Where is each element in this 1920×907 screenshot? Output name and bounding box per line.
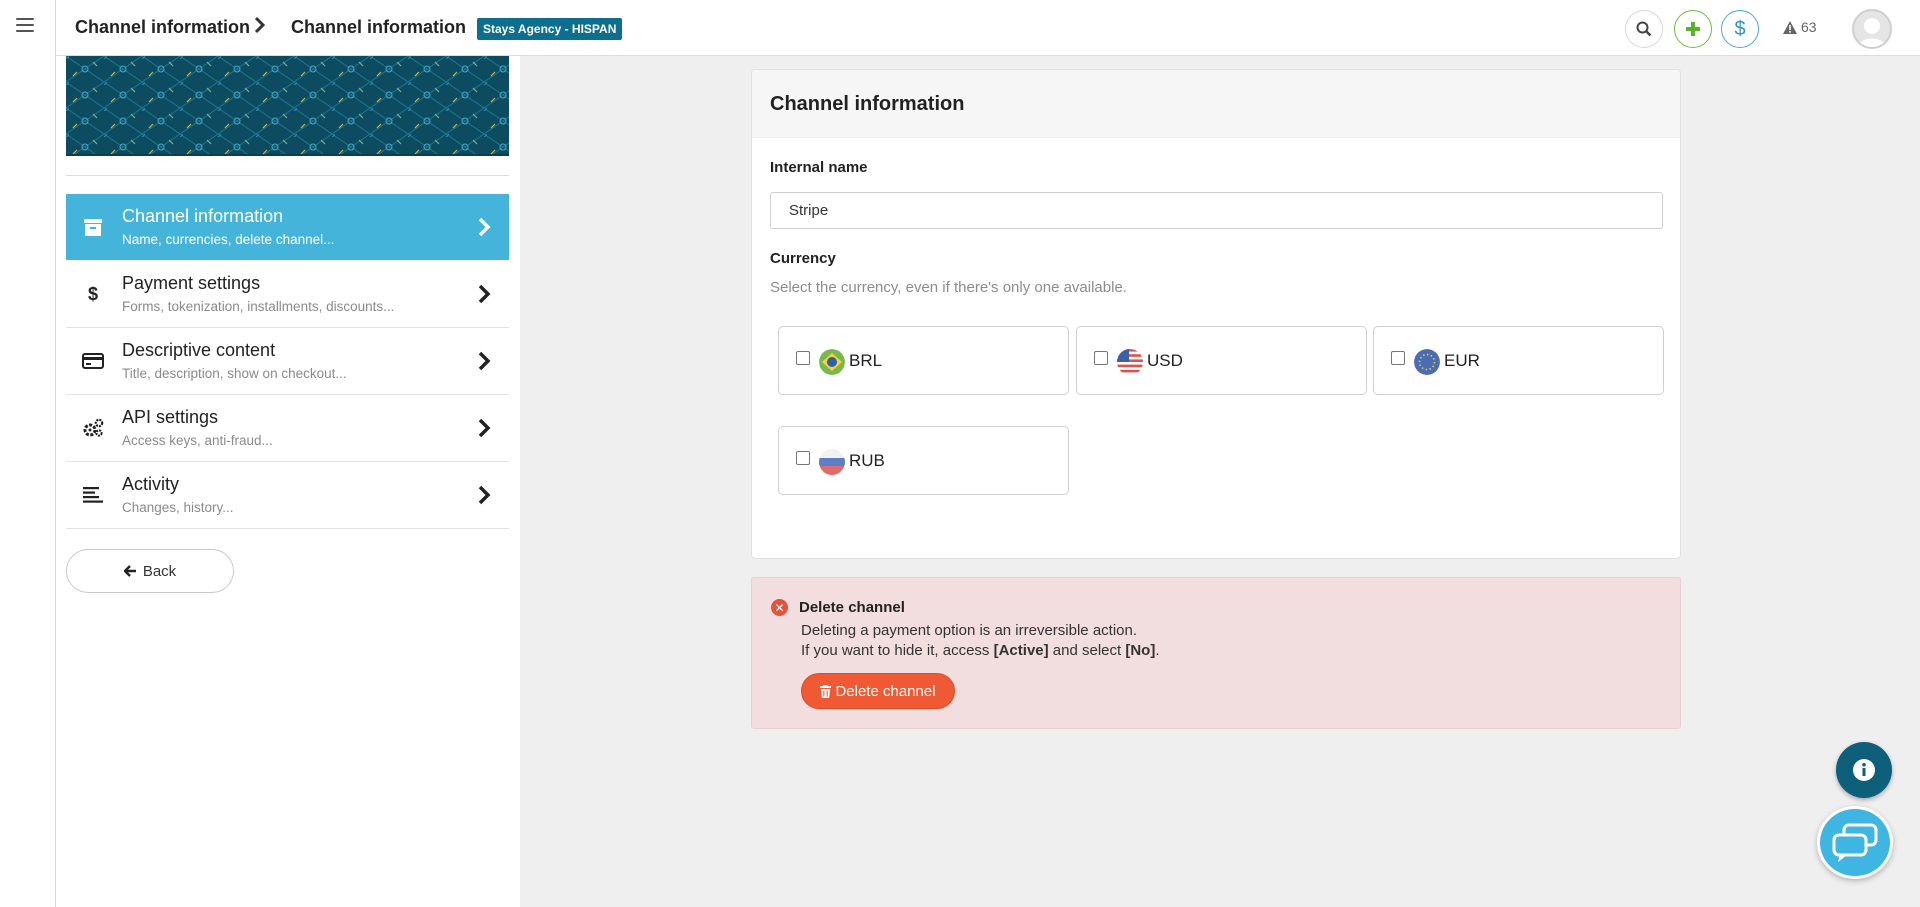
sidebar-item-title: Descriptive content	[122, 340, 276, 360]
hint-text: .	[1155, 642, 1160, 659]
currency-checkbox[interactable]	[796, 351, 810, 365]
currency-code: EUR	[1444, 351, 1480, 370]
plus-icon	[1686, 22, 1700, 36]
chat-icon	[1832, 823, 1878, 862]
sidebar-item-subtitle: Access keys, anti-fraud...	[122, 433, 273, 448]
sidebar-item-payment-settings[interactable]: $ Payment settings Forms, tokenization, …	[66, 261, 509, 328]
delete-channel-button[interactable]: Delete channel	[801, 673, 955, 709]
sidebar-divider	[66, 175, 509, 176]
top-header: Channel information Channel information …	[56, 0, 1920, 56]
usa-flag-icon	[1117, 349, 1143, 375]
sidebar-item-title: API settings	[122, 407, 219, 427]
alerts-indicator[interactable]: 63	[1783, 19, 1817, 35]
left-rail	[0, 0, 56, 907]
credit-card-icon	[82, 350, 104, 372]
currency-checkbox[interactable]	[1094, 351, 1108, 365]
settings-sidebar: Channel information Name, currencies, de…	[56, 56, 520, 907]
internal-name-label: Internal name	[770, 159, 868, 176]
chevron-right-icon	[478, 418, 491, 438]
currency-option-usd[interactable]: USD	[1076, 326, 1367, 395]
breadcrumb-parent[interactable]: Channel information	[75, 17, 250, 38]
settings-menu: Channel information Name, currencies, de…	[66, 194, 509, 529]
arrow-left-icon	[123, 565, 136, 577]
channel-banner	[66, 56, 509, 156]
trash-icon	[820, 684, 832, 698]
sidebar-item-subtitle: Name, currencies, delete channel...	[122, 232, 335, 247]
currency-label: Currency	[770, 250, 836, 267]
dollar-icon: $	[87, 283, 98, 304]
user-avatar[interactable]	[1852, 9, 1892, 49]
chevron-right-icon	[478, 284, 491, 304]
currency-checkbox[interactable]	[1391, 351, 1405, 365]
sidebar-item-title: Payment settings	[122, 273, 261, 293]
chevron-right-icon	[478, 351, 491, 371]
chat-button[interactable]	[1817, 806, 1893, 879]
search-button[interactable]	[1625, 10, 1663, 48]
agency-badge: Stays Agency - HISPAN	[477, 18, 623, 40]
currency-code: USD	[1147, 351, 1183, 370]
brazil-flag-icon	[819, 349, 845, 375]
russia-flag-icon	[819, 449, 845, 475]
delete-warning-line: Deleting a payment option is an irrevers…	[801, 622, 1138, 639]
warning-icon	[1783, 20, 1797, 34]
delete-channel-title: Delete channel	[799, 599, 905, 616]
hint-active-keyword: [Active]	[993, 642, 1049, 659]
chevron-right-icon	[478, 485, 491, 505]
sidebar-item-title: Activity	[122, 474, 180, 494]
delete-hint-line: If you want to hide it, access [Active] …	[801, 642, 1160, 659]
sidebar-item-subtitle: Title, description, show on checkout...	[122, 366, 347, 381]
alerts-count: 63	[1801, 19, 1817, 35]
error-circle-icon: ✕	[771, 599, 788, 616]
hint-no-keyword: [No]	[1125, 642, 1156, 659]
sidebar-item-descriptive-content[interactable]: Descriptive content Title, description, …	[66, 328, 509, 395]
sidebar-item-subtitle: Forms, tokenization, installments, disco…	[122, 299, 395, 314]
add-button[interactable]	[1674, 10, 1712, 48]
sidebar-item-subtitle: Changes, history...	[122, 500, 234, 515]
dollar-icon: $	[1734, 17, 1746, 40]
currency-code: RUB	[849, 451, 885, 470]
cogs-icon	[82, 417, 104, 439]
currency-hint: Select the currency, even if there's onl…	[770, 279, 1127, 296]
chevron-right-icon	[478, 217, 491, 237]
archive-icon	[82, 216, 104, 238]
back-label: Back	[142, 562, 177, 580]
finance-button[interactable]: $	[1721, 10, 1759, 48]
channel-information-card: Channel information Internal name Curren…	[751, 69, 1681, 559]
back-button[interactable]: Back	[66, 549, 234, 593]
hamburger-icon[interactable]	[16, 18, 34, 32]
sidebar-item-channel-information[interactable]: Channel information Name, currencies, de…	[66, 194, 509, 260]
breadcrumb-current: Channel information	[291, 17, 466, 37]
sidebar-item-activity[interactable]: Activity Changes, history...	[66, 462, 509, 529]
delete-button-label: Delete channel	[835, 682, 936, 700]
hint-text: If you want to hide it, access	[801, 642, 994, 659]
currency-code: BRL	[849, 351, 883, 370]
internal-name-input[interactable]	[770, 192, 1663, 229]
card-title: Channel information	[752, 70, 1680, 138]
sidebar-item-title: Channel information	[122, 206, 284, 226]
info-icon	[1853, 759, 1875, 781]
hint-text: and select	[1048, 642, 1126, 659]
currency-option-rub[interactable]: RUB	[778, 426, 1069, 495]
currency-option-brl[interactable]: BRL	[778, 326, 1069, 395]
eu-flag-icon	[1414, 349, 1440, 375]
search-icon	[1636, 21, 1652, 37]
delete-channel-alert: ✕ Delete channel Deleting a payment opti…	[751, 577, 1681, 729]
breadcrumb-chevron-icon	[254, 16, 266, 39]
info-button[interactable]	[1836, 742, 1892, 798]
align-left-icon	[82, 484, 104, 506]
sidebar-item-api-settings[interactable]: API settings Access keys, anti-fraud...	[66, 395, 509, 462]
currency-checkbox[interactable]	[796, 451, 810, 465]
currency-option-eur[interactable]: EUR	[1373, 326, 1664, 395]
